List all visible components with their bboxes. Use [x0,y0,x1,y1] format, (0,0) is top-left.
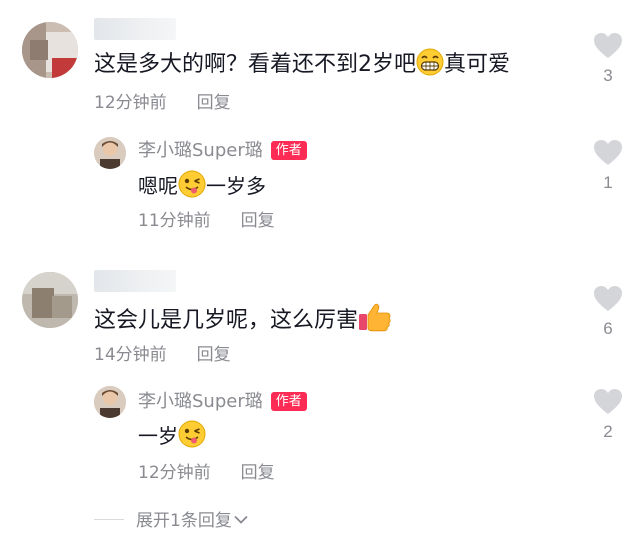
reply-1-like-count: 1 [603,173,613,192]
heart-icon [594,140,622,165]
expand-divider [94,519,124,520]
comment-2-text: 这会儿是几岁呢，这么厉害 [94,302,392,341]
reply-1-like-button[interactable]: 1 [588,139,628,194]
comment-1-like-button[interactable]: 3 [588,32,628,87]
reply-2-text: 一岁 [138,420,206,455]
reply-2-like-count: 2 [603,422,613,441]
reply-2-like-button[interactable]: 2 [588,388,628,443]
avatar-image [22,272,78,328]
chevron-down-icon [234,508,248,530]
commenter-avatar[interactable] [22,272,78,328]
comment-1-text: 这是多大的啊？看着还不到2岁吧 真可爱 [94,48,510,85]
wink-tongue-emoji [178,170,206,205]
reply-2-author[interactable]: 李小璐Super璐 作者 [138,390,307,414]
commenter-name-blurred [94,18,176,40]
reply-1-text: 嗯呢 一岁多 [138,170,266,205]
reply-2-meta: 12分钟前 回复 [138,462,275,484]
reply-1-time: 11分钟前 [138,211,211,231]
heart-icon [594,33,622,58]
commenter-name-blurred [94,270,176,292]
reply-2-reply-button[interactable]: 回复 [241,463,275,483]
wink-tongue-emoji [178,420,206,455]
avatar-image [94,386,126,418]
commenter-avatar[interactable] [22,22,78,78]
avatar-image [94,137,126,169]
comment-2-time: 14分钟前 [94,345,167,365]
avatar-image [22,22,78,78]
comment-1-meta: 12分钟前 回复 [94,92,231,114]
comment-1-like-count: 3 [603,66,613,85]
comment-2-like-button[interactable]: 6 [588,285,628,340]
comment-2-like-count: 6 [603,319,613,338]
thumbs-up-emoji [358,302,392,341]
author-avatar[interactable] [94,137,126,169]
reply-1-author[interactable]: 李小璐Super璐 作者 [138,139,307,163]
comment-1-reply-button[interactable]: 回复 [197,93,231,113]
grin-emoji [416,48,444,85]
heart-icon [594,286,622,311]
comment-1-time: 12分钟前 [94,93,167,113]
reply-2-time: 12分钟前 [138,463,211,483]
heart-icon [594,389,622,414]
reply-1-meta: 11分钟前 回复 [138,210,275,232]
author-badge: 作者 [270,141,307,160]
author-avatar[interactable] [94,386,126,418]
author-badge: 作者 [270,392,307,411]
reply-1-reply-button[interactable]: 回复 [241,211,275,231]
comment-2-reply-button[interactable]: 回复 [197,345,231,365]
expand-replies-button[interactable]: 展开1条回复 [136,508,248,532]
comment-2-meta: 14分钟前 回复 [94,344,231,366]
